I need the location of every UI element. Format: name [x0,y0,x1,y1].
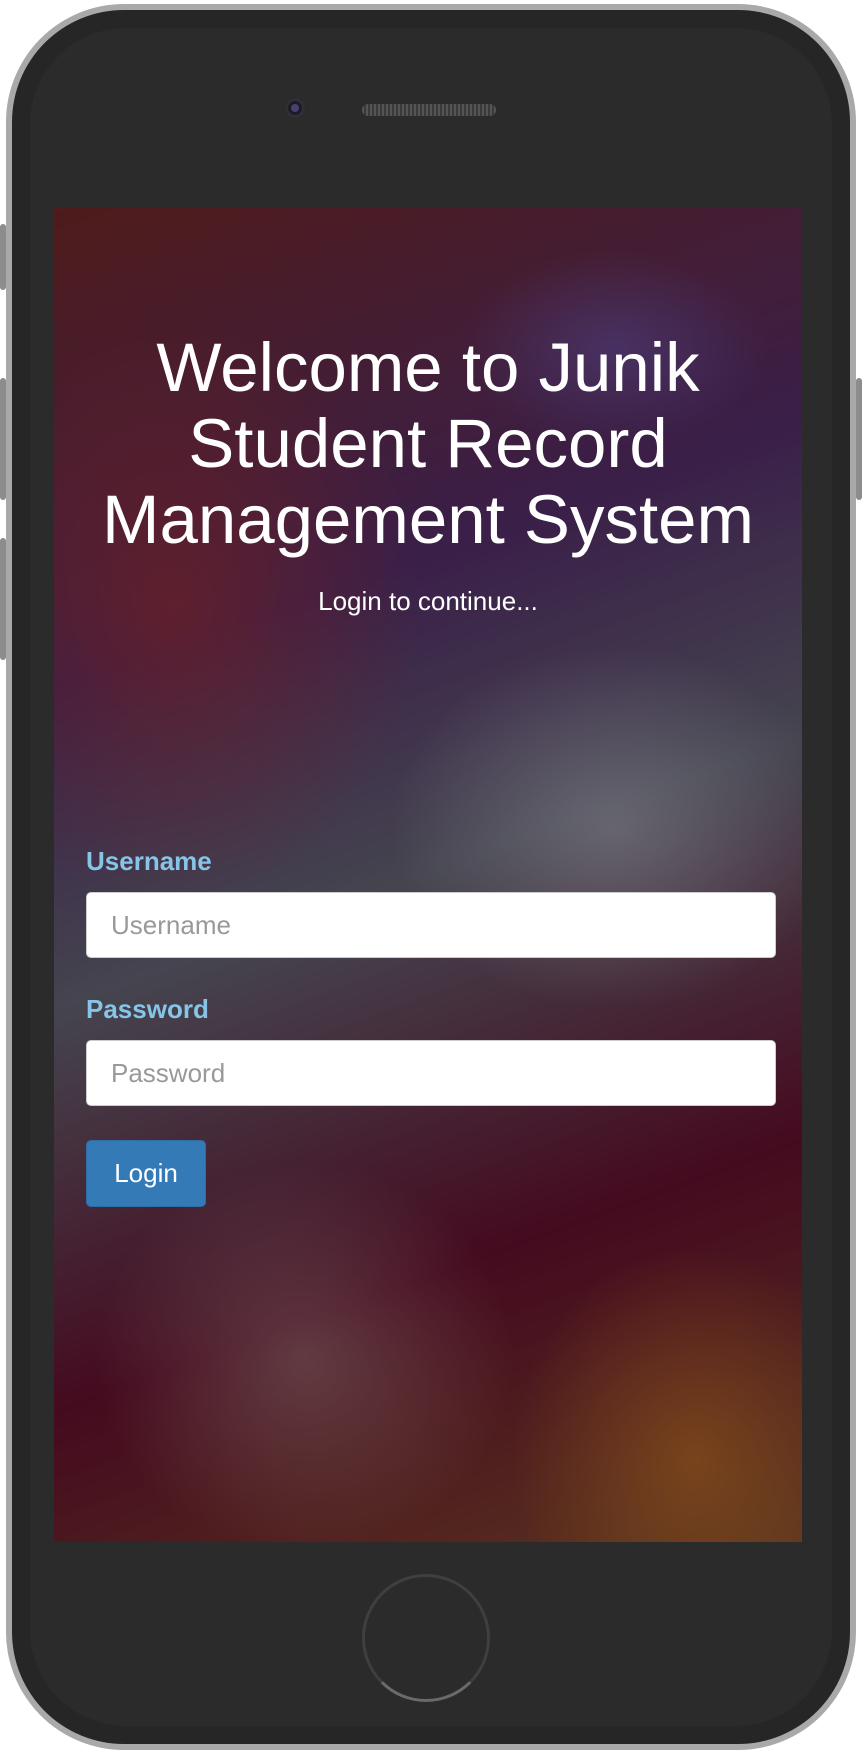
password-label: Password [86,994,209,1024]
front-camera [285,98,305,118]
password-input[interactable] [86,1040,776,1106]
volume-up-button [0,378,6,500]
username-input[interactable] [86,892,776,958]
page-subtitle: Login to continue... [318,586,538,616]
app-screen: Welcome to Junik Student Record Manageme… [54,208,802,1542]
login-page: Welcome to Junik Student Record Manageme… [54,208,802,1542]
home-button[interactable] [362,1574,490,1702]
power-button [856,378,862,500]
page-title: Welcome to Junik Student Record Manageme… [102,329,754,558]
earpiece-speaker [362,104,496,116]
mute-switch [0,224,6,290]
login-button[interactable]: Login [86,1140,206,1207]
username-label: Username [86,846,212,876]
volume-down-button [0,538,6,660]
